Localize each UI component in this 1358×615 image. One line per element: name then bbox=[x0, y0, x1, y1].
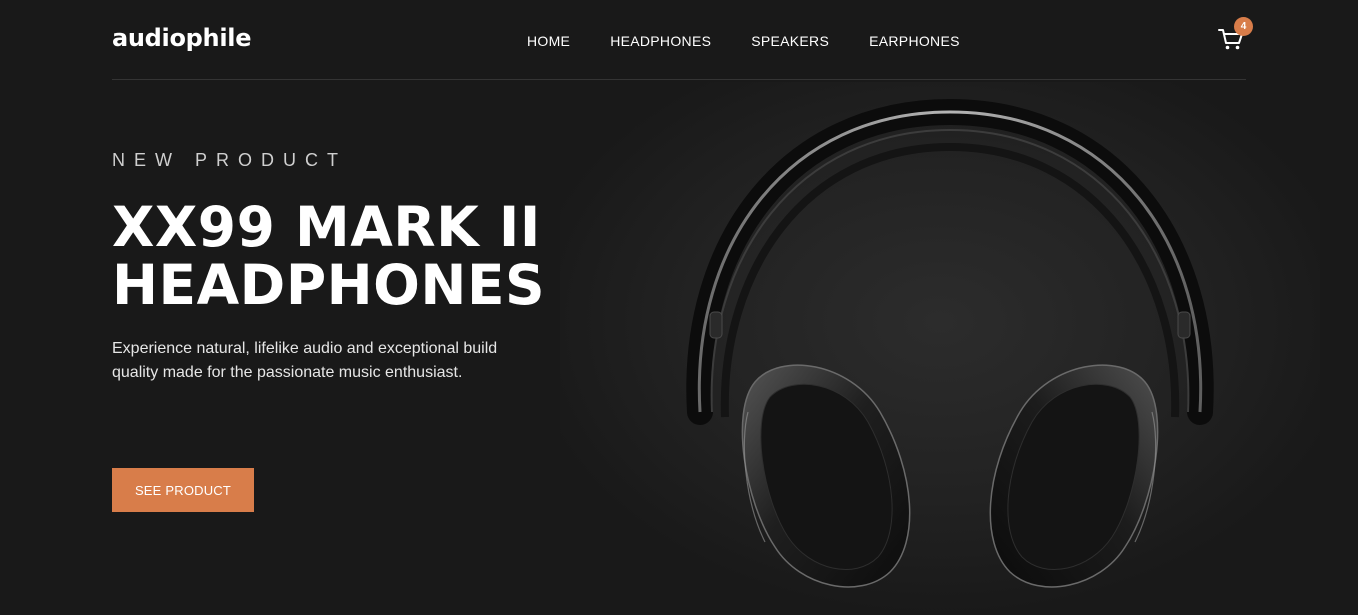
hero-title: XX99 MARK II HEADPHONES bbox=[112, 198, 545, 314]
hero-eyebrow: NEW PRODUCT bbox=[112, 150, 347, 170]
page: audiophile HOME HEADPHONES SPEAKERS EARP… bbox=[0, 0, 1358, 615]
nav-speakers[interactable]: SPEAKERS bbox=[751, 33, 829, 49]
site-header: audiophile HOME HEADPHONES SPEAKERS EARP… bbox=[112, 0, 1253, 80]
nav-headphones[interactable]: HEADPHONES bbox=[610, 33, 711, 49]
cart-button[interactable]: 4 bbox=[1218, 17, 1253, 52]
hero-description: Experience natural, lifelike audio and e… bbox=[112, 340, 498, 381]
headphones-image bbox=[560, 82, 1320, 615]
nav-earphones[interactable]: EARPHONES bbox=[869, 33, 960, 49]
hero-title-line-2: HEADPHONES bbox=[112, 253, 546, 317]
hero-title-line-1: XX99 MARK II bbox=[112, 195, 541, 259]
cart-count-badge: 4 bbox=[1234, 17, 1253, 36]
main-nav: HOME HEADPHONES SPEAKERS EARPHONES bbox=[527, 33, 960, 49]
logo[interactable]: audiophile bbox=[112, 24, 251, 52]
see-product-button[interactable]: SEE PRODUCT bbox=[112, 468, 254, 512]
nav-home[interactable]: HOME bbox=[527, 33, 570, 49]
